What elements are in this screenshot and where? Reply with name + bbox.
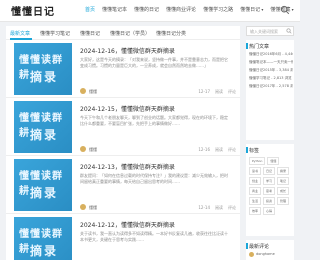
post-title[interactable]: 2024-12-12，懂懂微信群天群摘录 [80, 220, 175, 229]
avatar[interactable] [80, 146, 86, 152]
widget-title: 最新评论 [249, 244, 270, 250]
post-comments[interactable]: 评论 [228, 205, 236, 211]
post-excerpt: 关于读书，我一直认为读得多不如读得精。一本好书反复读几遍，收获往往比泛读十本书更… [80, 231, 228, 242]
post-thumbnail[interactable]: 懂懂读群耕 摘录 [14, 43, 72, 95]
tab-diary[interactable]: 懂懂日记 [80, 30, 100, 37]
widget-title: 标签 [249, 148, 260, 154]
tag-link[interactable]: 摘录 [277, 167, 290, 175]
list-item[interactable]: 懂懂读群耕 摘录 2024-12-15，懂懂微信群天群摘录 今天下午和几个老朋友聊… [6, 98, 240, 156]
tag-link[interactable]: 效率 [249, 207, 262, 215]
tag-link[interactable]: 商业 [249, 187, 262, 195]
search-input[interactable]: 输入关键词搜索 [246, 26, 294, 36]
tag-link[interactable]: 笔记 [277, 177, 290, 185]
nav-item-home[interactable]: 首页 [85, 6, 95, 13]
tab-diary-students[interactable]: 懂懂日记（学员） [110, 30, 150, 37]
chevron-down-icon: ▾ [290, 7, 294, 12]
tag-link[interactable]: Python [249, 157, 266, 165]
comment-author[interactable]: donghome [256, 252, 275, 256]
post-title[interactable]: 2024-12-16，懂懂微信群天群摘录 [80, 46, 175, 55]
avatar[interactable] [249, 252, 254, 257]
avatar[interactable] [80, 204, 86, 210]
widget-title: 热门文章 [249, 44, 270, 50]
post-author[interactable]: 懂懂 [89, 205, 97, 211]
post-excerpt: 大家好，这是今天的摘录：「对我来说，坚持做一件事，并不是靠意志力，而是把它变成习… [80, 57, 228, 68]
tag-link[interactable]: 思考 [263, 187, 276, 195]
post-views: 阅读 [215, 89, 223, 94]
post-title[interactable]: 2024-12-13，懂懂微信群天群摘录 [80, 162, 175, 171]
search-placeholder: 输入关键词搜索 [250, 29, 278, 34]
category-tabs: 最新文章 懂懂学习笔记 懂懂日记 懂懂日记（学员） 懂懂日记分类 [6, 26, 240, 40]
chevron-down-icon: ▾ [260, 7, 264, 12]
tag-link[interactable]: 成长 [277, 187, 290, 195]
avatar[interactable] [80, 88, 86, 94]
tab-latest[interactable]: 最新文章 [10, 30, 30, 37]
search-icon[interactable] [286, 28, 292, 34]
list-item[interactable]: 懂懂读群耕 摘录 2024-12-12，懂懂微信群天群摘录 关于读书，我一直认为读… [6, 214, 240, 260]
post-author[interactable]: 懂懂 [89, 147, 97, 153]
post-thumbnail[interactable]: 懂懂读群耕 摘录 [14, 217, 72, 260]
hot-posts-widget: 热门文章 懂懂日记2016年6月 - 4,446 浏览 懂懂笔记本——一天只卖一… [246, 40, 294, 140]
post-meta: 懂懂 12-14 阅读 评论 [80, 204, 236, 211]
recent-comments-widget: 最新评论 donghome [246, 240, 294, 260]
nav-item-notebook[interactable]: 懂懂笔记本 [102, 6, 127, 13]
post-date: 12-16 [198, 147, 210, 152]
hot-post-link[interactable]: 懂懂学习笔记 - 2,813 浏览 [249, 76, 293, 81]
post-date: 12-17 [198, 89, 210, 94]
tag-link[interactable]: 学习 [263, 177, 276, 185]
list-item[interactable]: 懂懂读群耕 摘录 2024-12-13，懂懂微信群天群摘录 群友提问：「如何在信息… [6, 156, 240, 214]
site-header: 懂懂日记 首页 懂懂笔记本 懂懂的日记 懂懂商业评论 懂懂学习之路 懂懂日记 ▾… [0, 0, 300, 22]
hot-post-link[interactable]: 懂懂日记2017年 - 2,578 浏览 [249, 84, 293, 89]
tab-study-notes[interactable]: 懂懂学习笔记 [40, 30, 70, 37]
post-list-panel: 最新文章 懂懂学习笔记 懂懂日记 懂懂日记（学员） 懂懂日记分类 懂懂读群耕 摘录… [6, 26, 240, 260]
post-thumbnail[interactable]: 懂懂读群耕 摘录 [14, 159, 72, 211]
tag-link[interactable]: 投资 [263, 197, 276, 205]
tag-link[interactable]: 管理 [277, 197, 290, 205]
nav-item-business[interactable]: 懂懂商业评论 [166, 6, 196, 13]
post-comments[interactable]: 评论 [228, 89, 236, 95]
hot-post-link[interactable]: 懂懂日记2016年6月 - 4,446 浏览 [249, 52, 293, 57]
tag-link[interactable]: 生活 [249, 197, 262, 205]
tag-link[interactable]: 创业 [249, 177, 262, 185]
post-title[interactable]: 2024-12-15，懂懂微信群天群摘录 [80, 104, 175, 113]
tag-link[interactable]: 日记 [263, 167, 276, 175]
tag-link[interactable]: 心得 [263, 207, 276, 215]
nav-item-diary-menu[interactable]: 懂懂日记 ▾ [240, 6, 263, 13]
hot-post-link[interactable]: 懂懂日记2015年 - 3,384 浏览 [249, 68, 293, 73]
post-meta: 懂懂 12-16 阅读 评论 [80, 146, 236, 153]
post-views: 阅读 [215, 147, 223, 152]
post-meta: 懂懂 12-17 阅读 评论 [80, 88, 236, 95]
tab-diary-category[interactable]: 懂懂日记分类 [156, 30, 186, 37]
post-thumbnail[interactable]: 懂懂读群耕 摘录 [14, 101, 72, 153]
nav-item-learning[interactable]: 懂懂学习之路 [203, 6, 233, 13]
post-excerpt: 今天下午和几个老朋友聊天，聊到了创业的话题。大家都觉得，现在的环境下，稳定比什么… [80, 115, 228, 126]
post-author[interactable]: 懂懂 [89, 89, 97, 95]
site-logo[interactable]: 懂懂日记 [11, 3, 55, 18]
post-comments[interactable]: 评论 [228, 147, 236, 153]
tags-widget: 标签 Python 懂懂 读书 日记 摘录 创业 学习 笔记 商业 思考 成长 … [246, 144, 294, 236]
post-views: 阅读 [215, 205, 223, 210]
post-date: 12-14 [198, 205, 210, 210]
list-item[interactable]: 懂懂读群耕 摘录 2024-12-16，懂懂微信群天群摘录 大家好，这是今天的摘录… [6, 40, 240, 98]
hot-post-link[interactable]: 懂懂笔记本——一天只卖一份的面馆，6年做到… - 3,652 浏览 [249, 60, 293, 65]
nav-item-diary[interactable]: 懂懂的日记 [134, 6, 159, 13]
tag-link[interactable]: 懂懂 [267, 157, 280, 165]
post-excerpt: 群友提问：「如何在信息过载的时代保持专注？」我的建议是：减少无效输入，把时间留给… [80, 173, 228, 184]
tag-link[interactable]: 读书 [249, 167, 262, 175]
main-nav: 首页 懂懂笔记本 懂懂的日记 懂懂商业评论 懂懂学习之路 懂懂日记 ▾ 懂懂收藏… [85, 6, 294, 13]
search-icon[interactable] [280, 5, 290, 15]
